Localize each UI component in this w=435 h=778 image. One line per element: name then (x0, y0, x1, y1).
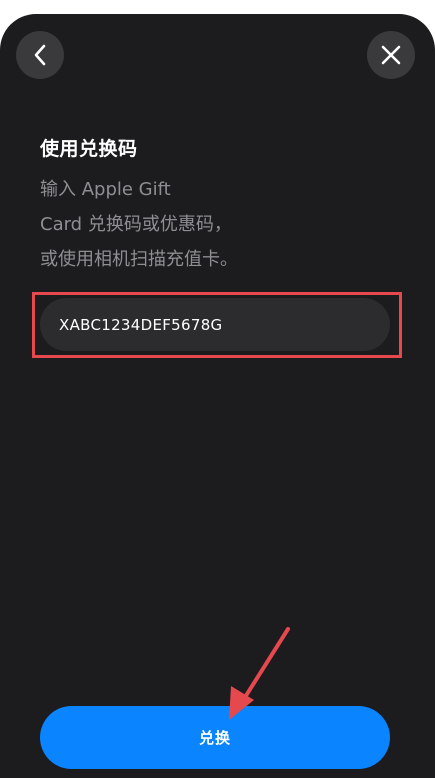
redeem-code-input[interactable]: XABC1234DEF5678G (40, 298, 390, 351)
description: 输入 Apple Gift Card 兑换码或优惠码， 或使用相机扫描充值卡。 (40, 172, 370, 277)
description-line: Card 兑换码或优惠码， (40, 214, 232, 235)
close-icon (381, 45, 401, 65)
page-title: 使用兑换码 (40, 138, 138, 160)
back-button[interactable] (16, 31, 64, 79)
close-button[interactable] (367, 31, 415, 79)
description-line: 输入 Apple Gift (40, 179, 171, 200)
arrow-annotation (229, 627, 290, 720)
redeem-button[interactable]: 兑换 (40, 706, 390, 769)
description-line: 或使用相机扫描充值卡。 (40, 249, 238, 270)
chevron-left-icon (34, 44, 46, 66)
redeem-sheet: 使用兑换码 输入 Apple Gift Card 兑换码或优惠码， 或使用相机扫… (0, 14, 435, 778)
